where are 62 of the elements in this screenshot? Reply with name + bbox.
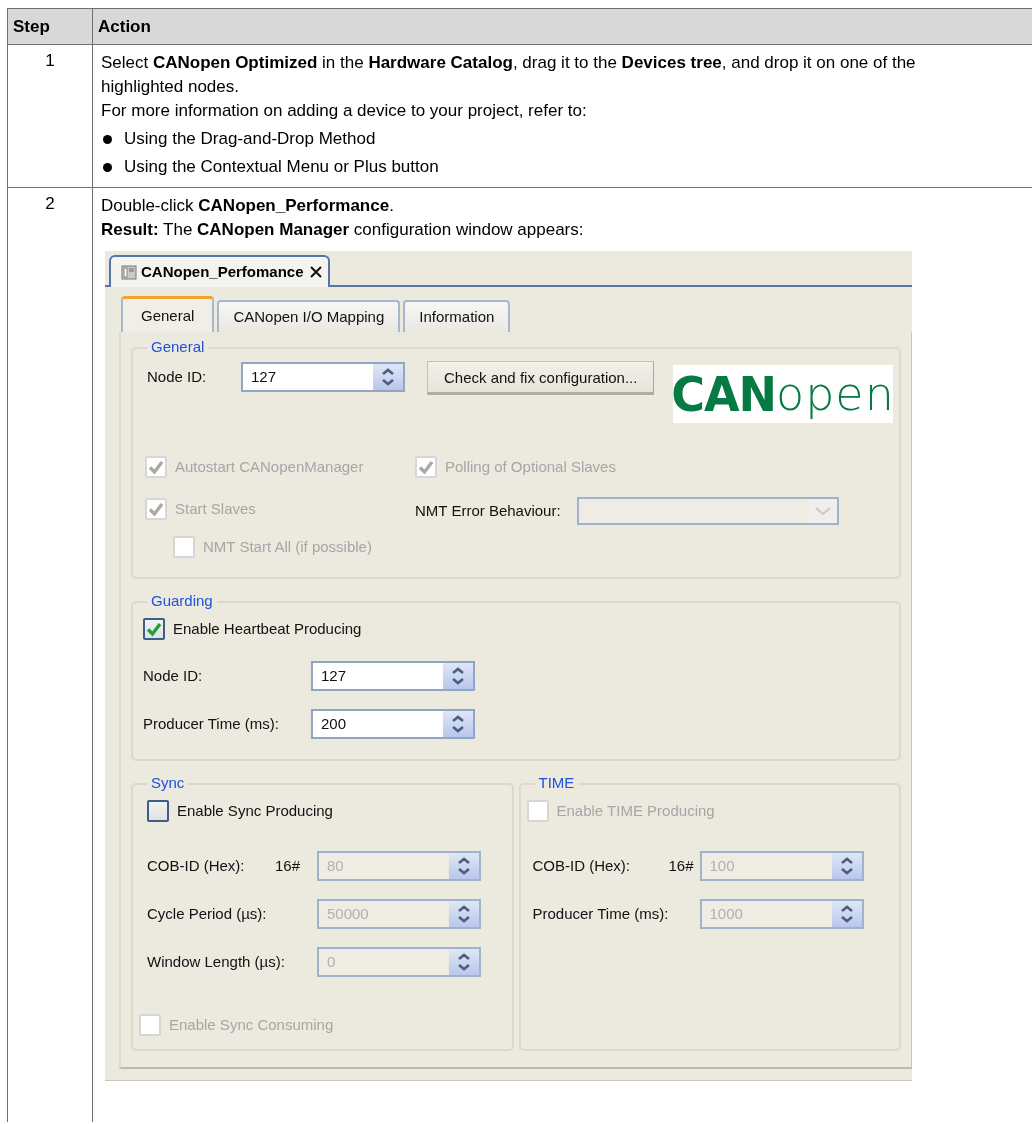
paragraph: Select CANopen Optimized in the Hardware Catalog, drag it to the Devices tree, and drop it on one of the highlighted nodes.: [101, 52, 917, 98]
device-icon: [121, 265, 137, 280]
field-label: Node ID:: [147, 367, 208, 387]
check-mark-icon: [418, 459, 434, 475]
tab-title: CANopen_Perfomance: [141, 262, 304, 282]
field-label: Cycle Period (µs):: [147, 904, 268, 924]
up-down-chevron-icon: [840, 857, 853, 875]
step-number: 1: [8, 45, 93, 188]
paragraph: For more information on adding a device to your project, refer to:: [101, 100, 588, 122]
column-header: Action: [93, 9, 1032, 45]
chevron-down-icon: [814, 507, 831, 516]
field-label: Producer Time (ms):: [143, 714, 280, 734]
checkbox-label: Autostart CANopenManager: [175, 457, 364, 477]
bullet-icon: [103, 162, 112, 172]
close-icon[interactable]: [309, 266, 322, 278]
field-label: Window Length (µs):: [147, 952, 286, 972]
step-number: 2: [8, 188, 93, 1122]
group-title: Guarding: [147, 592, 217, 610]
list-item: Using the Drag-and-Drop Method: [124, 128, 376, 150]
check-mark-icon: [146, 621, 162, 637]
up-down-chevron-icon: [452, 715, 464, 733]
check-mark-icon: [148, 459, 164, 475]
tab[interactable]: General: [121, 296, 215, 332]
number-field[interactable]: 200: [311, 709, 475, 739]
checkbox[interactable]: [143, 618, 165, 640]
field-label: NMT Error Behaviour:: [415, 501, 561, 521]
hex-prefix: 16#: [668, 856, 695, 876]
field-label: Node ID:: [143, 666, 204, 686]
spin-button[interactable]: [443, 663, 473, 689]
hex-prefix: 16#: [275, 856, 302, 876]
up-down-chevron-icon: [840, 905, 853, 923]
checkbox-label: Enable Sync Producing: [177, 801, 333, 821]
checkbox[interactable]: [147, 800, 169, 822]
tab[interactable]: CANopen I/O Mapping: [217, 300, 401, 332]
up-down-chevron-icon: [382, 368, 394, 386]
check-mark-icon: [148, 501, 164, 517]
number-field[interactable]: 127: [311, 661, 475, 691]
checkbox-label: Polling of Optional Slaves: [445, 457, 616, 477]
field-label: Producer Time (ms):: [532, 904, 670, 924]
number-field[interactable]: 127: [241, 362, 405, 392]
field-label: COB-ID (Hex):: [532, 856, 631, 876]
spin-button[interactable]: [373, 364, 403, 390]
checkbox-label: Start Slaves: [175, 499, 256, 519]
checkbox-label: Enable Heartbeat Producing: [173, 619, 362, 639]
up-down-chevron-icon: [458, 905, 470, 923]
bullet-icon: [103, 134, 112, 144]
checkbox-label: NMT Start All (if possible): [203, 537, 372, 557]
up-down-chevron-icon: [458, 953, 470, 971]
checkbox-label: Enable Sync Consuming: [169, 1015, 334, 1035]
up-down-chevron-icon: [458, 857, 470, 875]
up-down-chevron-icon: [452, 667, 464, 685]
paragraph: Result: The CANopen Manager configuration window appears:: [101, 219, 585, 241]
list-item: Using the Contextual Menu or Plus button: [124, 156, 439, 178]
tab[interactable]: Information: [403, 300, 511, 332]
column-header: Step: [8, 9, 93, 45]
paragraph: Double-click CANopen_Performance.: [101, 195, 395, 217]
document-tab[interactable]: CANopen_Perfomance: [109, 255, 330, 287]
spin-button[interactable]: [443, 711, 473, 737]
checkbox-label: Enable TIME Producing: [556, 801, 715, 821]
field-label: COB-ID (Hex):: [147, 856, 246, 876]
canopen-logo: CANopen: [673, 365, 893, 423]
check-configuration-button[interactable]: Check and fix configuration...: [427, 361, 655, 395]
